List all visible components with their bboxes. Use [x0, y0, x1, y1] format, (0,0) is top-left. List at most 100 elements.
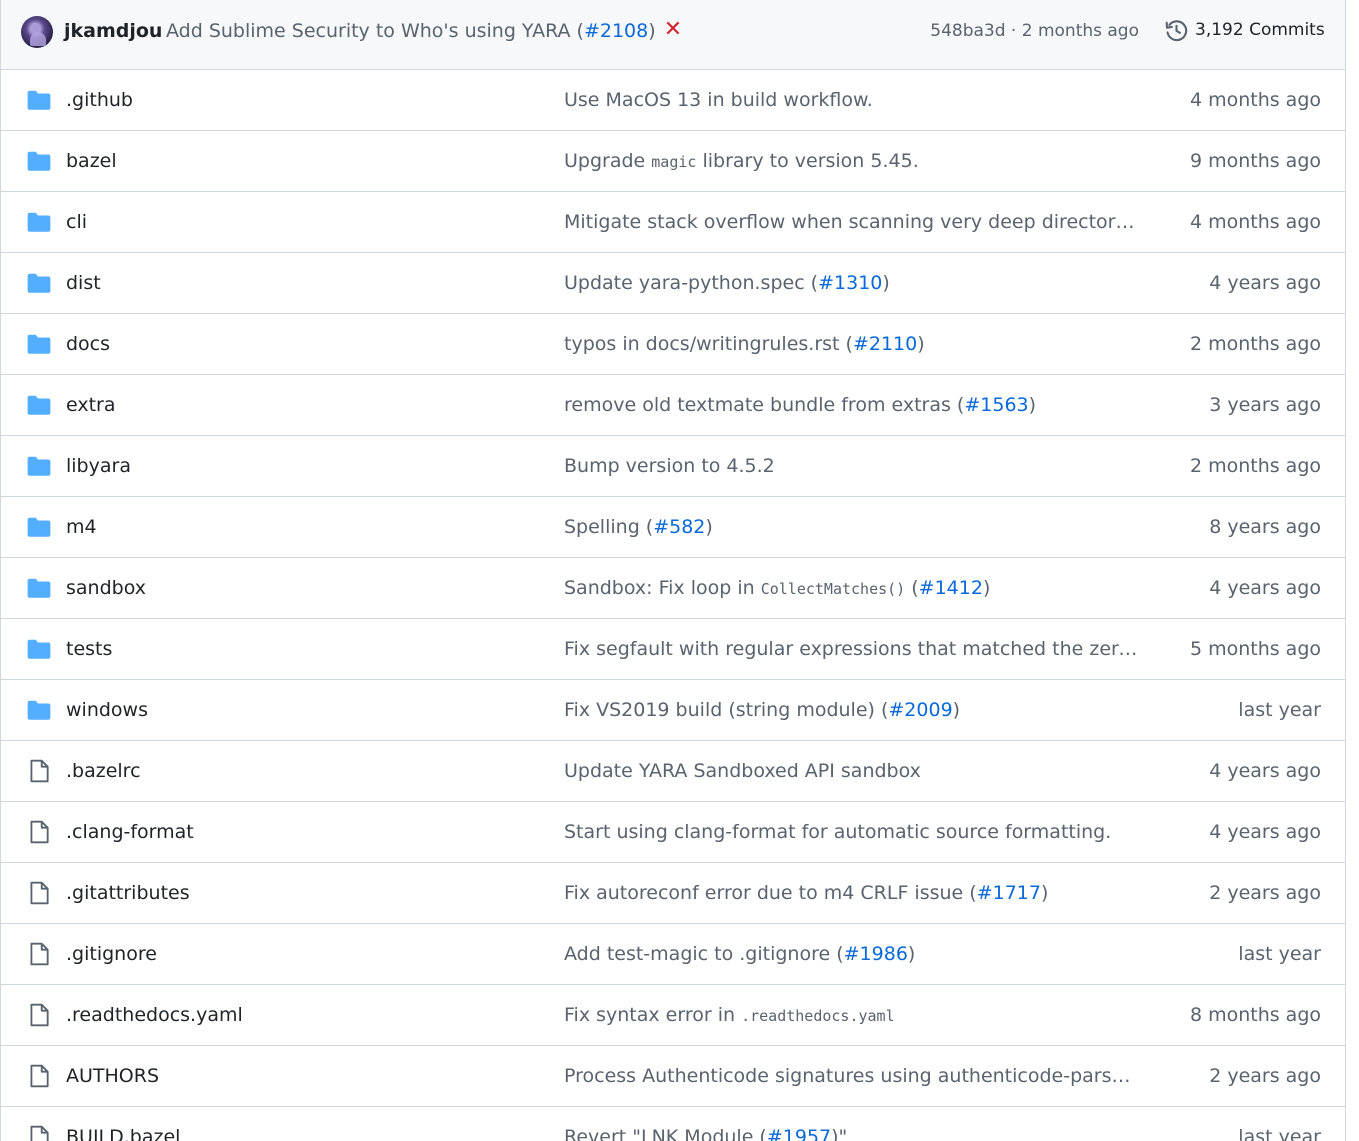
file-row[interactable]: .readthedocs.yaml Fix syntax error in .r…: [1, 985, 1345, 1046]
commit-message-cell[interactable]: Fix autoreconf error due to m4 CRLF issu…: [564, 881, 1139, 905]
file-row[interactable]: windows Fix VS2019 build (string module)…: [1, 680, 1345, 741]
folder-name-link[interactable]: cli: [66, 210, 87, 234]
commit-message-cell[interactable]: Revert "LNK Module (#1957)": [564, 1125, 1139, 1141]
commit-age: last year: [1238, 699, 1321, 721]
commit-age: 4 years ago: [1209, 821, 1321, 843]
commit-message-cell[interactable]: Add test-magic to .gitignore (#1986): [564, 942, 1139, 966]
commit-message-text: ): [917, 333, 925, 355]
file-row[interactable]: AUTHORS Process Authenticode signatures …: [1, 1046, 1345, 1107]
inline-code: CollectMatches(): [760, 580, 906, 598]
commit-message-text: ): [952, 699, 961, 721]
commit-message-text: Bump version to 4.5.2: [564, 455, 775, 477]
pr-link[interactable]: #1412: [919, 577, 983, 599]
commit-message-cell[interactable]: Start using clang-format for automatic s…: [564, 820, 1139, 844]
folder-icon: [26, 636, 52, 662]
file-name-link[interactable]: .gitignore: [66, 942, 157, 966]
pr-link[interactable]: #1563: [964, 394, 1028, 416]
author-avatar[interactable]: [21, 16, 53, 48]
commit-author-link[interactable]: jkamdjou: [64, 19, 162, 43]
file-name-link[interactable]: .clang-format: [66, 820, 194, 844]
commit-message-cell[interactable]: Update YARA Sandboxed API sandbox: [564, 759, 1139, 783]
pr-link[interactable]: #1986: [844, 943, 908, 965]
folder-name-link[interactable]: libyara: [66, 454, 131, 478]
folder-name-link[interactable]: .github: [66, 88, 133, 112]
file-row[interactable]: sandbox Sandbox: Fix loop in CollectMatc…: [1, 558, 1345, 619]
file-row[interactable]: .bazelrc Update YARA Sandboxed API sandb…: [1, 741, 1345, 802]
folder-name-link[interactable]: bazel: [66, 149, 117, 173]
inline-code: .readthedocs.yaml: [741, 1007, 895, 1025]
file-row[interactable]: tests Fix segfault with regular expressi…: [1, 619, 1345, 680]
commit-message-cell[interactable]: Bump version to 4.5.2: [564, 454, 1139, 478]
file-icon: [26, 758, 52, 784]
commit-message[interactable]: Add Sublime Security to Who's using YARA…: [166, 19, 656, 43]
commit-sha[interactable]: 548ba3d: [930, 21, 1005, 41]
commit-message-text: Fix VS2019 build (string module) (: [564, 699, 889, 721]
commit-age: 4 years ago: [1209, 577, 1321, 599]
pr-link[interactable]: #582: [653, 516, 705, 538]
folder-icon: [26, 514, 52, 540]
commit-age: 4 years ago: [1209, 272, 1321, 294]
commit-pr-link[interactable]: #2108: [584, 20, 648, 42]
pr-link[interactable]: #1717: [977, 882, 1041, 904]
pr-link[interactable]: #2110: [853, 333, 917, 355]
pr-link[interactable]: #1310: [818, 272, 882, 294]
commit-message-text: Mitigate stack overflow when scanning ve…: [564, 211, 1139, 233]
file-row[interactable]: dist Update yara-python.spec (#1310) 4 y…: [1, 253, 1345, 314]
x-icon[interactable]: ✕: [662, 17, 684, 43]
folder-name-link[interactable]: extra: [66, 393, 116, 417]
commit-message-cell[interactable]: Spelling (#582): [564, 515, 1139, 539]
commit-message-text: Start using clang-format for automatic s…: [564, 821, 1112, 843]
file-icon: [26, 819, 52, 845]
file-row[interactable]: docs typos in docs/writingrules.rst (#21…: [1, 314, 1345, 375]
commit-message-cell[interactable]: Sandbox: Fix loop in CollectMatches() (#…: [564, 576, 1139, 601]
commit-sha-time[interactable]: 548ba3d · 2 months ago: [930, 20, 1139, 42]
folder-icon: [26, 331, 52, 357]
folder-name-link[interactable]: windows: [66, 698, 148, 722]
pr-link[interactable]: #1957: [767, 1126, 831, 1141]
file-row[interactable]: BUILD.bazel Revert "LNK Module (#1957)" …: [1, 1107, 1345, 1141]
commit-message-cell[interactable]: Fix segfault with regular expressions th…: [564, 637, 1139, 661]
folder-name-link[interactable]: docs: [66, 332, 110, 356]
folder-name-link[interactable]: sandbox: [66, 576, 146, 600]
commit-message-text: typos in docs/writingrules.rst (: [564, 333, 853, 355]
commit-age: 8 months ago: [1189, 1004, 1321, 1026]
commit-message-cell[interactable]: remove old textmate bundle from extras (…: [564, 393, 1139, 417]
file-name-link[interactable]: BUILD.bazel: [66, 1125, 180, 1141]
commit-message-text: ): [1040, 882, 1049, 904]
commit-message-text: (: [905, 577, 919, 599]
pr-link[interactable]: #2009: [888, 699, 952, 721]
commit-age: 2 months ago: [1189, 333, 1321, 355]
folder-icon: [26, 392, 52, 418]
file-name-link[interactable]: .bazelrc: [66, 759, 141, 783]
file-row[interactable]: m4 Spelling (#582) 8 years ago: [1, 497, 1345, 558]
folder-name-link[interactable]: dist: [66, 271, 101, 295]
commit-message-cell[interactable]: Fix syntax error in .readthedocs.yaml: [564, 1003, 1139, 1028]
file-row[interactable]: extra remove old textmate bundle from ex…: [1, 375, 1345, 436]
folder-icon: [26, 575, 52, 601]
commit-message-cell[interactable]: Process Authenticode signatures using au…: [564, 1064, 1139, 1088]
file-row[interactable]: .gitignore Add test-magic to .gitignore …: [1, 924, 1345, 985]
file-row[interactable]: bazel Upgrade magic library to version 5…: [1, 131, 1345, 192]
commit-message-cell[interactable]: Use MacOS 13 in build workflow.: [564, 88, 1139, 112]
file-row[interactable]: libyara Bump version to 4.5.2 2 months a…: [1, 436, 1345, 497]
file-row[interactable]: .gitattributes Fix autoreconf error due …: [1, 863, 1345, 924]
commit-message-cell[interactable]: typos in docs/writingrules.rst (#2110): [564, 332, 1139, 356]
commit-message-cell[interactable]: Mitigate stack overflow when scanning ve…: [564, 210, 1139, 234]
commit-message-cell[interactable]: Upgrade magic library to version 5.45.: [564, 149, 1139, 174]
file-row[interactable]: .clang-format Start using clang-format f…: [1, 802, 1345, 863]
commit-age: 9 months ago: [1189, 150, 1321, 172]
file-name-link[interactable]: .gitattributes: [66, 881, 190, 905]
commits-history-link[interactable]: 3,192 Commits: [1164, 16, 1325, 44]
commit-message-cell[interactable]: Fix VS2019 build (string module) (#2009): [564, 698, 1139, 722]
file-name-link[interactable]: AUTHORS: [66, 1064, 159, 1088]
repo-file-browser: jkamdjou Add Sublime Security to Who's u…: [0, 0, 1346, 1141]
file-row[interactable]: .github Use MacOS 13 in build workflow. …: [1, 70, 1345, 131]
commit-age: 4 years ago: [1209, 760, 1321, 782]
folder-name-link[interactable]: tests: [66, 637, 112, 661]
file-name-link[interactable]: .readthedocs.yaml: [66, 1003, 243, 1027]
folder-name-link[interactable]: m4: [66, 515, 97, 539]
commit-age: 2 months ago: [1189, 455, 1321, 477]
folder-icon: [26, 270, 52, 296]
file-row[interactable]: cli Mitigate stack overflow when scannin…: [1, 192, 1345, 253]
commit-message-cell[interactable]: Update yara-python.spec (#1310): [564, 271, 1139, 295]
